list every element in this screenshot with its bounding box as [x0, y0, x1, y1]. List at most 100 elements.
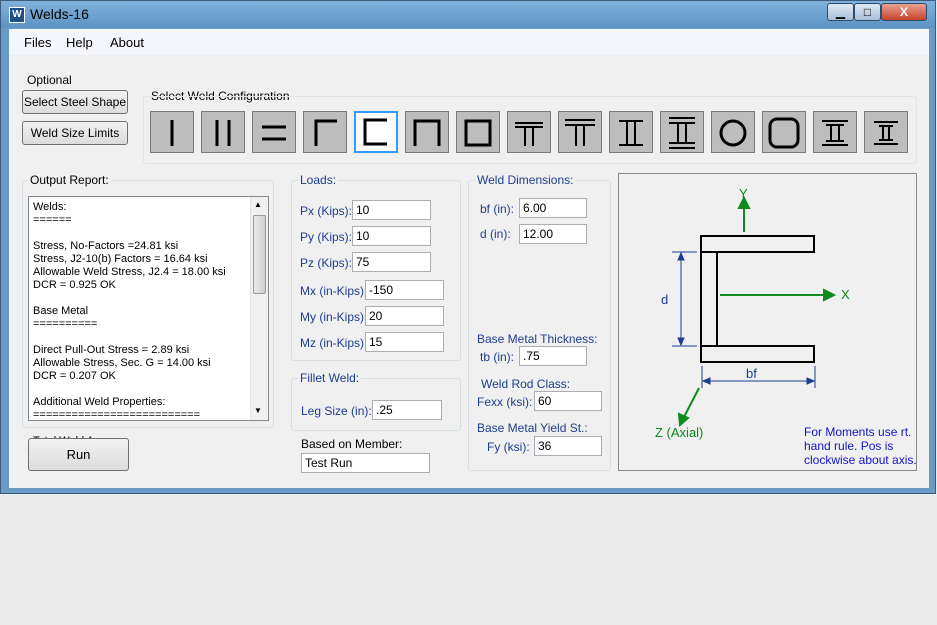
weld-config-panel [143, 96, 917, 164]
client-area: Files Help About Optional Select Steel S… [9, 29, 929, 488]
channel-left-icon [363, 118, 387, 146]
weld-config-circle[interactable] [711, 111, 755, 153]
px-input[interactable]: 10 [352, 200, 431, 220]
menu-files[interactable]: Files [24, 35, 51, 50]
scroll-thumb[interactable] [253, 215, 266, 294]
bf-dimension [701, 366, 816, 388]
weld-config-i-boxed[interactable] [660, 111, 704, 153]
weld-config-i-small[interactable] [864, 111, 908, 153]
report-line: ====== [33, 214, 72, 226]
weld-config-double-tee[interactable] [558, 111, 602, 153]
weld-config-rounded-box[interactable] [762, 111, 806, 153]
menu-about[interactable]: About [110, 35, 144, 50]
bf-dimension-label: bf [746, 366, 757, 381]
channel-section [700, 235, 815, 363]
x-axis-arrow [720, 288, 837, 302]
report-line: ========================== [33, 409, 201, 421]
base-metal-yield-label: Base Metal Yield St.: [477, 421, 588, 435]
weld-config-double-vertical[interactable] [201, 111, 245, 153]
tb-input[interactable]: .75 [519, 346, 587, 366]
mz-input[interactable]: 15 [365, 332, 444, 352]
i-flanged-icon [822, 120, 848, 146]
report-line: DCR = 0.207 OK [33, 370, 116, 382]
report-line: Additional Weld Properties: [33, 396, 166, 408]
weld-config-double-horizontal[interactable] [252, 111, 296, 153]
report-line: Welds: [33, 201, 67, 213]
fexx-input[interactable]: 60 [534, 391, 602, 411]
weld-config-box[interactable] [456, 111, 500, 153]
leg-size-label: Leg Size (in): [301, 404, 372, 418]
leg-size-input[interactable]: .25 [372, 400, 442, 420]
i-boxed-icon [669, 117, 695, 149]
d-dimension-label: d [661, 292, 669, 307]
optional-label: Optional [27, 73, 72, 87]
d-input[interactable]: 12.00 [519, 224, 587, 244]
pz-input[interactable]: 75 [352, 252, 431, 272]
based-on-member-label: Based on Member: [301, 437, 403, 451]
report-line: Stress, J2-10(b) Factors = 16.64 ksi [33, 253, 208, 265]
fy-input[interactable]: 36 [534, 436, 602, 456]
my-input[interactable]: 20 [365, 306, 444, 326]
py-label: Py (Kips): [300, 230, 353, 244]
pz-label: Pz (Kips): [300, 256, 353, 270]
output-report-textbox[interactable]: Welds: ====== Stress, No-Factors =24.81 ks… [28, 196, 269, 460]
weld-size-limits-button[interactable]: Weld Size Limits [22, 121, 128, 145]
app-icon: W [9, 7, 25, 23]
weld-config-channel-down[interactable] [405, 111, 449, 153]
y-axis-arrow [737, 195, 751, 232]
title-bar[interactable]: W Welds-16 ▁ □ X [1, 1, 935, 28]
weld-diagram-panel: Y X Z (Axial) d bf For Moments use rt. h… [618, 173, 917, 471]
mz-label: Mz (in-Kips): [300, 336, 368, 350]
z-axis-label: Z (Axial) [655, 425, 704, 440]
menu-bar: Files Help About [9, 29, 929, 55]
report-line: DCR = 0.925 OK [33, 279, 116, 291]
i-shape-icon [619, 120, 643, 146]
x-axis-label: X [841, 287, 850, 302]
weld-config-i-flanged[interactable] [813, 111, 857, 153]
my-label: My (in-Kips): [300, 310, 368, 324]
circle-icon [719, 119, 747, 147]
weld-config-single-vertical[interactable] [150, 111, 194, 153]
report-line: Allowable Weld Stress, J2.4 = 18.00 ksi [33, 266, 226, 278]
fy-label: Fy (ksi): [487, 440, 530, 454]
window-title: Welds-16 [30, 6, 89, 22]
menu-help[interactable]: Help [66, 35, 93, 50]
mx-input[interactable]: -150 [365, 280, 444, 300]
weld-dimensions-title: Weld Dimensions: [475, 173, 576, 187]
weld-config-i-shape[interactable] [609, 111, 653, 153]
base-metal-thickness-label: Base Metal Thickness: [477, 332, 598, 346]
scroll-up-icon[interactable]: ▲ [254, 200, 262, 209]
loads-title: Loads: [298, 173, 339, 187]
y-axis-label: Y [739, 186, 748, 201]
bf-label: bf (in): [480, 202, 515, 216]
weld-config-tee[interactable] [507, 111, 551, 153]
minimize-button[interactable]: ▁ [827, 3, 854, 21]
moments-note: For Moments use rt. hand rule. Pos is cl… [804, 425, 917, 467]
output-report-title: Output Report: [28, 173, 111, 187]
maximize-button[interactable]: □ [854, 3, 881, 21]
double-tee-icon [565, 119, 595, 146]
report-line: Stress, No-Factors =24.81 ksi [33, 240, 179, 252]
mx-label: Mx (in-Kips): [300, 284, 368, 298]
rounded-box-icon [768, 117, 800, 149]
channel-down-icon [413, 119, 441, 146]
double-vertical-icon [215, 120, 231, 146]
weld-config-angle[interactable] [303, 111, 347, 153]
z-axis-arrow [677, 387, 700, 428]
select-steel-shape-button[interactable]: Select Steel Shape [22, 90, 128, 114]
app-window: W Welds-16 ▁ □ X Files Help About Option… [0, 0, 936, 494]
scroll-down-icon[interactable]: ▼ [254, 406, 262, 415]
report-line: Allowable Stress, Sec. G = 14.00 ksi [33, 357, 211, 369]
angle-icon [314, 119, 337, 146]
close-button[interactable]: X [881, 3, 927, 21]
based-on-member-input[interactable]: Test Run [301, 453, 430, 473]
bf-input[interactable]: 6.00 [519, 198, 587, 218]
report-scrollbar[interactable]: ▲ ▼ [250, 197, 268, 420]
py-input[interactable]: 10 [352, 226, 431, 246]
fillet-weld-title: Fillet Weld: [298, 371, 362, 385]
d-label: d (in): [480, 227, 511, 241]
weld-config-channel-left[interactable] [354, 111, 398, 153]
run-button[interactable]: Run [28, 438, 129, 471]
fexx-label: Fexx (ksi): [477, 395, 533, 409]
i-small-icon [874, 121, 898, 145]
